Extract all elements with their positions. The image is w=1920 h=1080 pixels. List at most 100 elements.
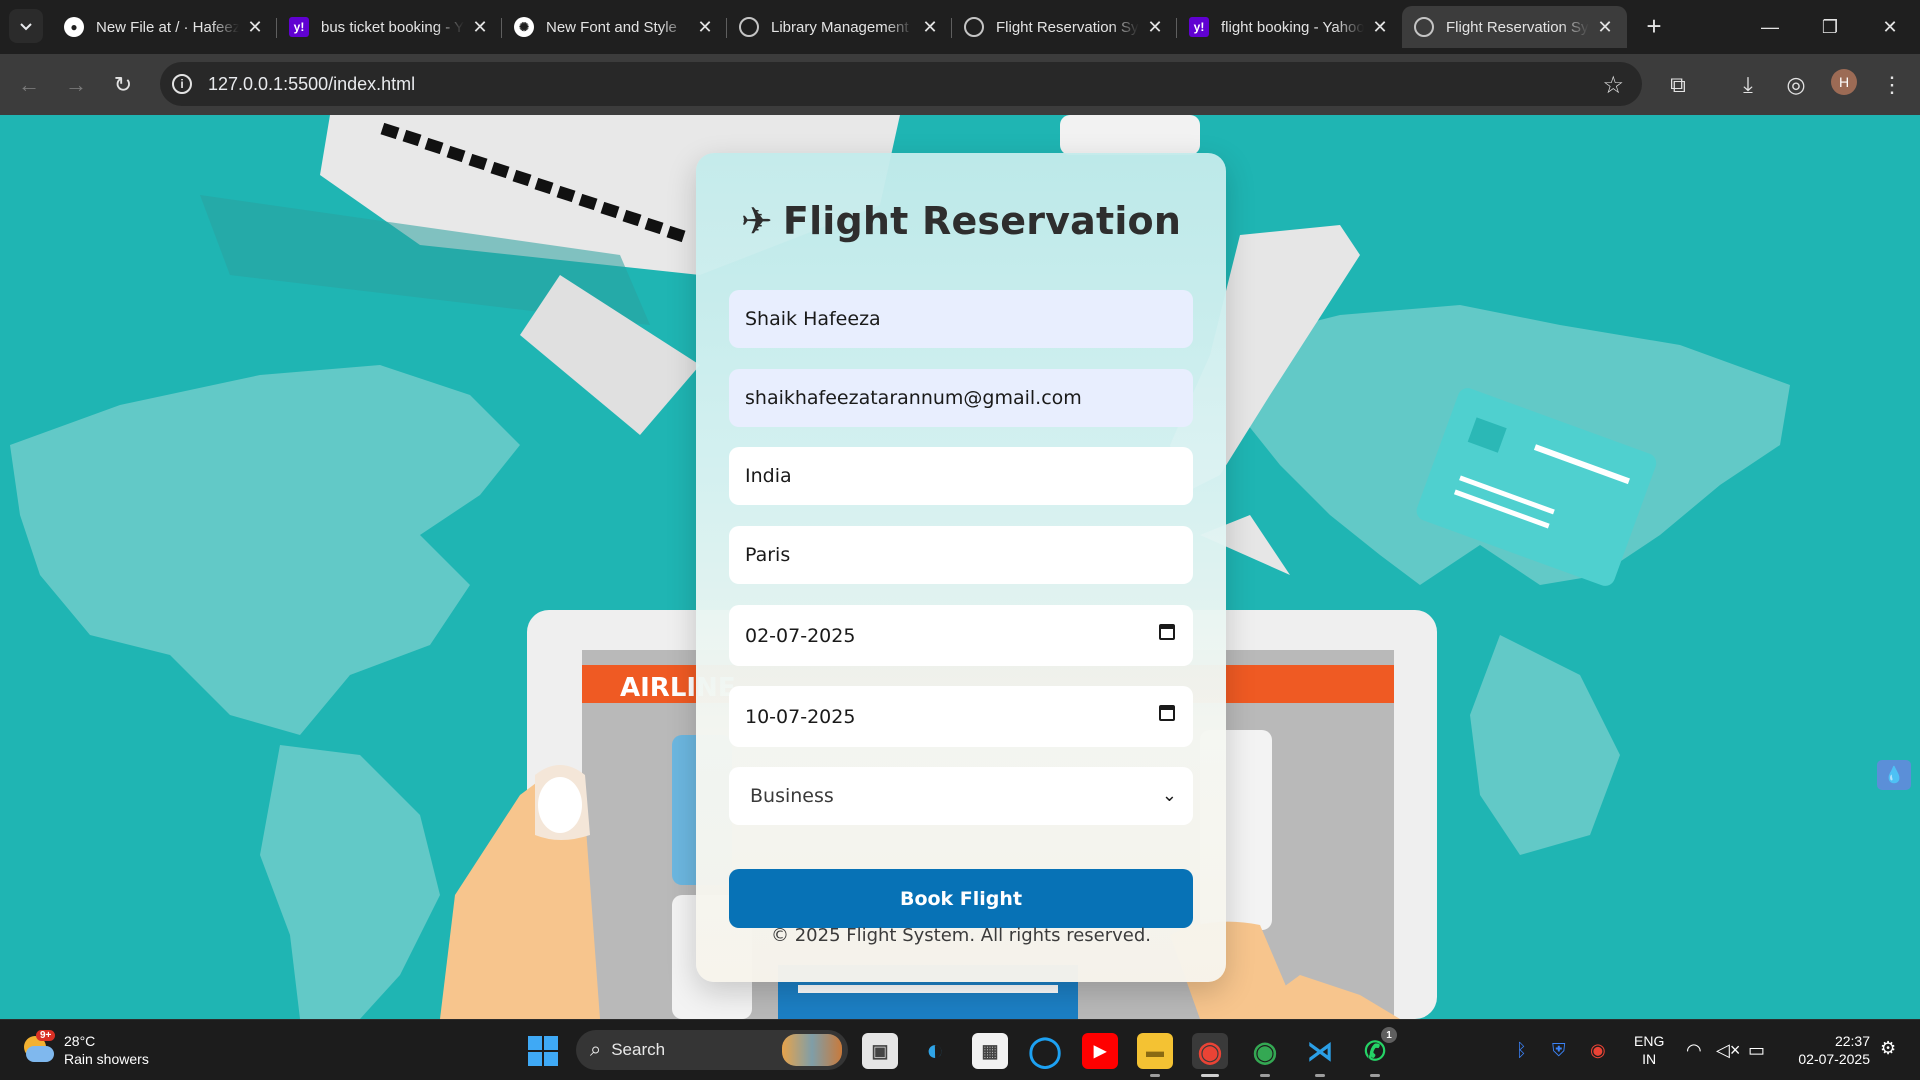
email-input[interactable]: shaikhafeezatarannum@gmail.com [729,369,1193,427]
back-button[interactable]: ← [12,68,46,102]
email-value: shaikhafeezatarannum@gmail.com [745,387,1082,409]
taskbar-search[interactable]: ⌕ Search [576,1030,848,1070]
weather-desc: Rain showers [64,1051,149,1067]
language-code: ENG [1634,1033,1665,1049]
from-input[interactable]: India [729,447,1193,505]
tab-flight-reservation-active[interactable]: Flight Reservation System ✕ [1402,6,1627,48]
notification-icon[interactable]: ⚙ [1880,1038,1896,1059]
restore-button[interactable]: ❐ [1800,0,1860,54]
weather-temp: 28°C [64,1033,96,1049]
book-flight-button[interactable]: Book Flight [729,869,1193,928]
tab-title: Flight Reservation System [996,18,1139,36]
bookmark-star-icon[interactable]: ☆ [1602,71,1624,100]
tab-title: flight booking - Yahoo [1221,18,1364,36]
calendar-icon[interactable] [1159,624,1175,640]
tab-title: New File at / · Hafeeza [96,18,239,36]
profile-avatar[interactable]: H [1831,69,1857,95]
close-icon[interactable]: ✕ [695,17,715,37]
site-info-icon[interactable]: i [172,74,192,94]
weather-badge: 9+ [36,1030,56,1041]
close-icon[interactable]: ✕ [1595,17,1615,37]
close-icon[interactable]: ✕ [245,17,265,37]
start-button[interactable] [528,1036,558,1066]
close-icon[interactable]: ✕ [920,17,940,37]
tab-flight-reservation[interactable]: Flight Reservation System ✕ [952,6,1177,48]
weather-widget[interactable]: 9+ 28°C Rain showers [20,1030,149,1068]
globe-icon [739,17,759,37]
extensions-icon[interactable]: ⧉ [1662,69,1694,101]
tab-title: bus ticket booking - Yahoo [321,18,464,36]
tab-title: Flight Reservation System [1446,18,1589,36]
chevron-down-icon: ⌄ [1161,785,1177,806]
url-text: 127.0.0.1:5500/index.html [208,74,416,94]
search-label: Search [611,1040,666,1059]
download-icon[interactable]: ⤓ [1732,69,1764,101]
extension-side-tab[interactable]: 💧 [1877,760,1911,790]
clock[interactable]: 22:37 02-07-2025 [1780,1032,1870,1068]
openai-icon: ✺ [514,17,534,37]
name-value: Shaik Hafeeza [745,308,881,330]
forward-button[interactable]: → [59,68,93,102]
minimize-button[interactable]: — [1740,0,1800,54]
to-input[interactable]: Paris [729,526,1193,584]
language-indicator[interactable]: ENG IN [1634,1032,1664,1068]
wifi-icon[interactable]: ◠ [1686,1040,1702,1061]
tab-bus-ticket[interactable]: y! bus ticket booking - Yahoo ✕ [277,6,502,48]
browser-tab-strip: ● New File at / · Hafeeza ✕ y! bus ticke… [0,0,1920,54]
page-viewport: AIRLINE ✈ Flight Reservation Shaik Hafeez… [0,115,1920,1019]
class-select[interactable]: Business ⌄ [729,767,1193,825]
globe-icon [1414,17,1434,37]
from-value: India [745,465,792,487]
security-shield-icon[interactable]: ⛨ [1552,1040,1566,1061]
tab-library[interactable]: Library Management ✕ [727,6,952,48]
clock-time: 22:37 [1834,1033,1870,1049]
close-icon[interactable]: ✕ [1370,17,1390,37]
tab-title: Library Management [771,18,909,36]
address-bar[interactable]: i 127.0.0.1:5500/index.html ☆ [160,62,1642,106]
volume-muted-icon[interactable]: ◁× [1716,1040,1740,1061]
calendar-icon[interactable] [1159,705,1175,721]
bluetooth-icon[interactable]: ᛒ [1516,1040,1527,1061]
chrome-icon[interactable]: ◉ [1192,1033,1228,1077]
task-view-icon[interactable]: ▣ [862,1033,898,1069]
return-date-input[interactable]: 10-07-2025 [729,686,1193,747]
class-value: Business [750,785,834,807]
performance-icon[interactable]: ◎ [1780,69,1812,101]
battery-icon[interactable]: ▭ [1748,1040,1765,1061]
close-icon[interactable]: ✕ [470,17,490,37]
tab-github[interactable]: ● New File at / · Hafeeza ✕ [52,6,277,48]
menu-icon[interactable]: ⋮ [1876,69,1908,101]
tab-new-font[interactable]: ✺ New Font and Style ✕ [502,6,727,48]
windows-taskbar: 9+ 28°C Rain showers ⌕ Search ▣ ◐ ▦ ◯ ▶ … [0,1019,1920,1080]
cortana-icon[interactable]: ◯ [1027,1033,1063,1069]
weather-icon: 9+ [20,1030,56,1066]
chrome-profile-icon[interactable]: ◉ [1247,1033,1283,1077]
youtube-icon[interactable]: ▶ [1082,1033,1118,1069]
whatsapp-icon[interactable]: ✆ 1 [1357,1027,1397,1077]
tab-search-button[interactable] [9,9,43,43]
yahoo-icon: y! [289,17,309,37]
edge-icon[interactable]: ◐ [917,1033,953,1069]
close-icon[interactable]: ✕ [1145,17,1165,37]
store-icon[interactable]: ▦ [972,1033,1008,1069]
chevron-down-icon [20,23,32,31]
chrome-tray-icon[interactable]: ◉ [1590,1040,1606,1061]
tab-flight-booking[interactable]: y! flight booking - Yahoo ✕ [1177,6,1402,48]
window-close-button[interactable]: ✕ [1860,0,1920,54]
clock-date: 02-07-2025 [1798,1051,1870,1067]
departure-date-input[interactable]: 02-07-2025 [729,605,1193,666]
reload-button[interactable]: ↻ [106,68,140,102]
tab-list: ● New File at / · Hafeeza ✕ y! bus ticke… [52,6,1627,54]
region-code: IN [1642,1051,1657,1067]
file-explorer-icon[interactable]: ▬ [1137,1033,1173,1077]
form-title: ✈ Flight Reservation [740,199,1182,243]
new-tab-button[interactable]: + [1638,10,1670,42]
whatsapp-badge: 1 [1381,1027,1397,1043]
tab-title: New Font and Style [546,18,677,36]
return-date-value: 10-07-2025 [745,705,856,728]
globe-icon [964,17,984,37]
browser-toolbar: ← → ↻ i 127.0.0.1:5500/index.html ☆ ⧉ ⤓ … [0,54,1920,115]
search-icon: ⌕ [590,1038,602,1061]
vscode-icon[interactable]: ⋊ [1302,1033,1338,1077]
name-input[interactable]: Shaik Hafeeza [729,290,1193,348]
